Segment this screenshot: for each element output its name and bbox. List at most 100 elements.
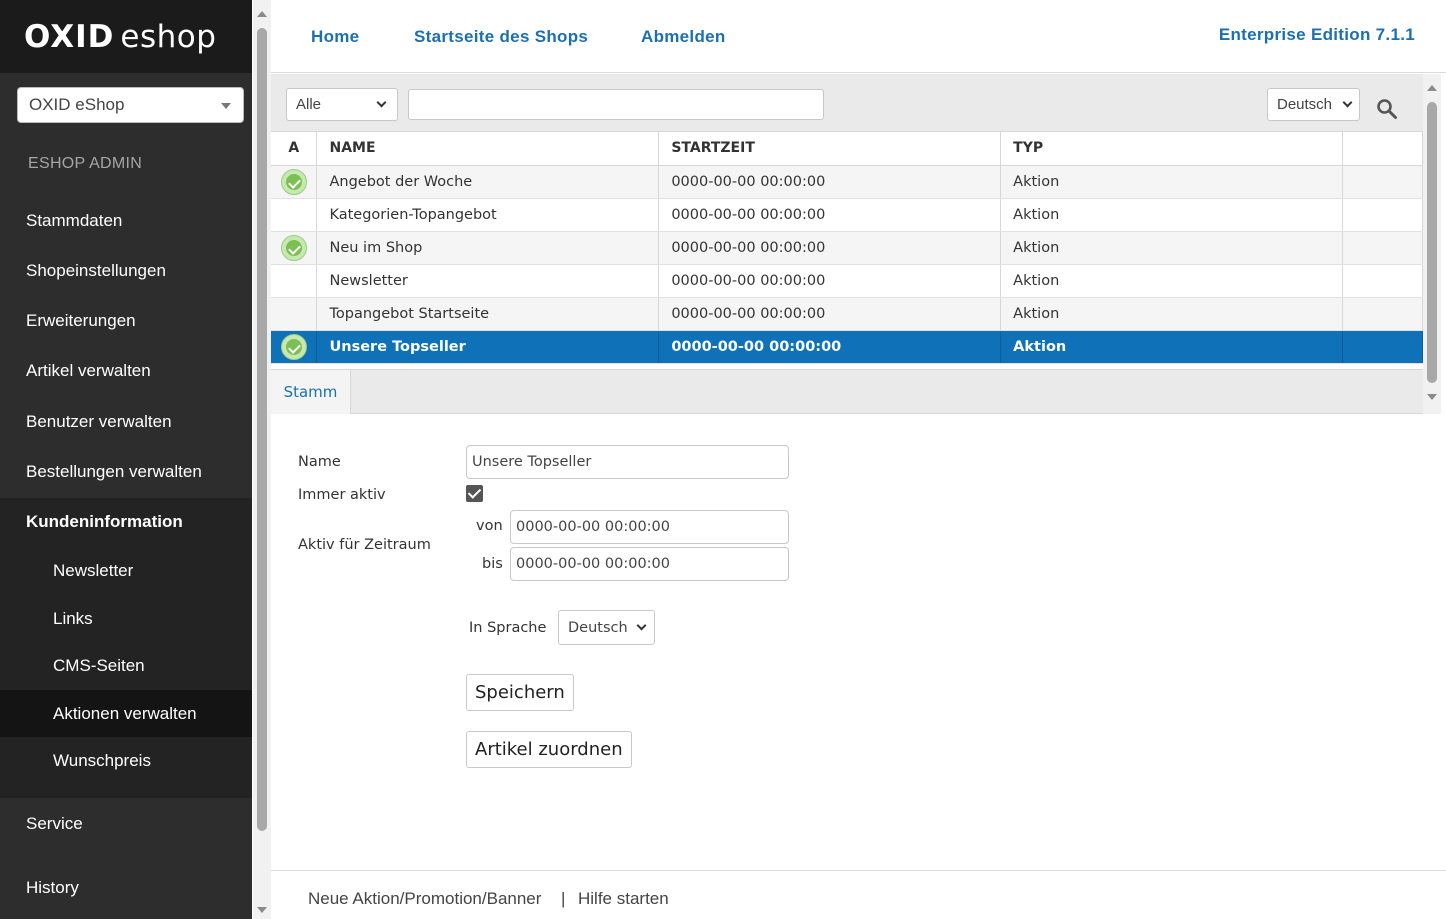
nav-item-bestellungen-verwalten[interactable]: Bestellungen verwalten	[0, 456, 252, 488]
table-row[interactable]: Neu im Shop 0000-00-00 00:00:00 Aktion	[271, 231, 1423, 265]
starttime-cell[interactable]: 0000-00-00 00:00:00	[658, 231, 1002, 265]
chevron-down-icon	[221, 103, 231, 109]
list-frame: Alle Deutsch A NAME STARTZEIT TYP Angebo…	[271, 74, 1423, 414]
search-icon[interactable]	[1375, 97, 1399, 121]
nav-item-artikel-verwalten[interactable]: Artikel verwalten	[0, 355, 252, 387]
table-row[interactable]: Unsere Topseller 0000-00-00 00:00:00 Aktio…	[271, 330, 1423, 364]
active-cell	[271, 330, 318, 364]
sidebar: OXID eshop OXID eShop ESHOP ADMIN Stammda…	[0, 0, 252, 919]
starttime-cell[interactable]: 0000-00-00 00:00:00	[658, 330, 1002, 364]
language-select[interactable]: Deutsch	[558, 610, 655, 645]
starttime-cell[interactable]: 0000-00-00 00:00:00	[658, 165, 1002, 199]
nav-item-shopeinstellungen[interactable]: Shopeinstellungen	[0, 255, 252, 287]
list-scrollbar[interactable]	[1423, 74, 1441, 414]
type-cell[interactable]: Aktion	[1000, 165, 1343, 199]
scroll-down-icon[interactable]	[257, 907, 267, 913]
type-filter-select[interactable]: Alle	[286, 88, 398, 121]
name-cell[interactable]: Angebot der Woche	[316, 165, 660, 199]
active-cell	[271, 198, 318, 232]
edition-label: Enterprise Edition 7.1.1	[1218, 25, 1415, 44]
name-cell[interactable]: Topangebot Startseite	[316, 297, 660, 331]
nav-subitem-cms-seiten[interactable]: CMS-Seiten	[0, 650, 252, 682]
active-check-icon	[280, 333, 307, 360]
oxid-logo[interactable]: OXID eshop	[24, 19, 216, 55]
footer-bar: Neue Aktion/Promotion/Banner | Hilfe sta…	[271, 870, 1446, 919]
type-cell[interactable]: Aktion	[1000, 330, 1343, 364]
detail-tabs: Stamm	[271, 369, 1423, 414]
footer-separator: |	[561, 889, 566, 908]
type-cell[interactable]: Aktion	[1000, 198, 1343, 232]
edit-form: Name Unsere Topseller Immer aktiv Aktiv …	[271, 414, 1446, 870]
nav-subitem-links[interactable]: Links	[0, 603, 252, 635]
nav-item-stammdaten[interactable]: Stammdaten	[0, 205, 252, 237]
name-filter-input[interactable]	[408, 89, 824, 120]
active-check-icon	[280, 168, 307, 195]
logo-text-bold: OXID	[24, 18, 115, 55]
empty-cell	[1342, 198, 1423, 232]
type-cell[interactable]: Aktion	[1000, 264, 1343, 298]
active-from-input[interactable]: 0000-00-00 00:00:00	[510, 510, 789, 544]
starttime-cell[interactable]: 0000-00-00 00:00:00	[658, 264, 1002, 298]
type-cell[interactable]: Aktion	[1000, 297, 1343, 331]
tab-stamm[interactable]: Stamm	[271, 369, 351, 414]
nav-item-benutzer-verwalten[interactable]: Benutzer verwalten	[0, 406, 252, 438]
name-input[interactable]: Unsere Topseller	[466, 445, 789, 479]
name-label: Name	[298, 454, 341, 470]
language-filter-select[interactable]: Deutsch	[1267, 88, 1360, 121]
shop-startpage-link[interactable]: Startseite des Shops	[414, 27, 588, 47]
name-input-value: Unsere Topseller	[472, 454, 592, 470]
nav-item-history[interactable]: History	[0, 872, 252, 904]
column-header-active[interactable]: A	[271, 132, 318, 166]
column-header-name[interactable]: NAME	[316, 132, 660, 166]
nav-subitem-newsletter[interactable]: Newsletter	[0, 555, 252, 587]
table-header-row: A NAME STARTZEIT TYP	[271, 132, 1423, 166]
scrollbar-thumb[interactable]	[257, 28, 267, 831]
type-cell[interactable]: Aktion	[1000, 231, 1343, 265]
assign-articles-button[interactable]: Artikel zuordnen	[466, 731, 632, 768]
nav-item-kundeninformation[interactable]: Kundeninformation	[0, 506, 252, 538]
save-button[interactable]: Speichern	[466, 674, 574, 711]
actions-table: A NAME STARTZEIT TYP Angebot der Woche 00…	[271, 132, 1423, 364]
name-cell[interactable]: Newsletter	[316, 264, 660, 298]
column-header-starttime[interactable]: STARTZEIT	[658, 132, 1002, 166]
chevron-down-icon	[1342, 97, 1353, 108]
active-cell	[271, 297, 318, 331]
empty-cell	[1342, 165, 1423, 199]
column-header-empty	[1342, 132, 1423, 166]
name-cell[interactable]: Unsere Topseller	[316, 330, 660, 364]
nav-subitem-wunschpreis[interactable]: Wunschpreis	[0, 745, 252, 777]
table-row[interactable]: Kategorien-Topangebot 0000-00-00 00:00:00…	[271, 198, 1423, 232]
logout-link[interactable]: Abmelden	[641, 27, 726, 47]
name-cell[interactable]: Kategorien-Topangebot	[316, 198, 660, 232]
new-action-link[interactable]: Neue Aktion/Promotion/Banner	[308, 889, 541, 909]
shop-select[interactable]: OXID eShop	[17, 87, 244, 123]
logo-text-light: eshop	[120, 18, 217, 55]
table-body: Angebot der Woche 0000-00-00 00:00:00 Akti…	[271, 165, 1423, 364]
shop-select-value: OXID eShop	[29, 95, 125, 114]
starttime-cell[interactable]: 0000-00-00 00:00:00	[658, 297, 1002, 331]
scroll-up-icon[interactable]	[1427, 85, 1437, 91]
home-link[interactable]: Home	[311, 27, 359, 47]
nav-item-erweiterungen[interactable]: Erweiterungen	[0, 305, 252, 337]
table-row[interactable]: Topangebot Startseite 0000-00-00 00:00:00…	[271, 297, 1423, 331]
name-cell[interactable]: Neu im Shop	[316, 231, 660, 265]
scroll-up-icon[interactable]	[257, 11, 267, 17]
nav-subitem-aktionen-verwalten[interactable]: Aktionen verwalten	[0, 698, 252, 730]
starttime-cell[interactable]: 0000-00-00 00:00:00	[658, 198, 1002, 232]
empty-cell	[1342, 231, 1423, 265]
active-to-value: 0000-00-00 00:00:00	[516, 556, 670, 572]
sidebar-scrollbar[interactable]	[253, 0, 271, 919]
nav-item-service[interactable]: Service	[0, 808, 252, 840]
active-to-input[interactable]: 0000-00-00 00:00:00	[510, 547, 789, 581]
table-row[interactable]: Angebot der Woche 0000-00-00 00:00:00 Akti…	[271, 165, 1423, 199]
language-label: In Sprache	[469, 620, 547, 636]
scroll-down-icon[interactable]	[1427, 394, 1437, 400]
column-header-type[interactable]: TYP	[1000, 132, 1343, 166]
chevron-down-icon	[636, 620, 647, 631]
always-active-checkbox[interactable]	[466, 485, 483, 502]
active-from-value: 0000-00-00 00:00:00	[516, 519, 670, 535]
table-row[interactable]: Newsletter 0000-00-00 00:00:00 Aktion	[271, 264, 1423, 298]
scrollbar-thumb[interactable]	[1427, 102, 1437, 383]
active-cell	[271, 264, 318, 298]
help-link[interactable]: Hilfe starten	[578, 889, 669, 909]
